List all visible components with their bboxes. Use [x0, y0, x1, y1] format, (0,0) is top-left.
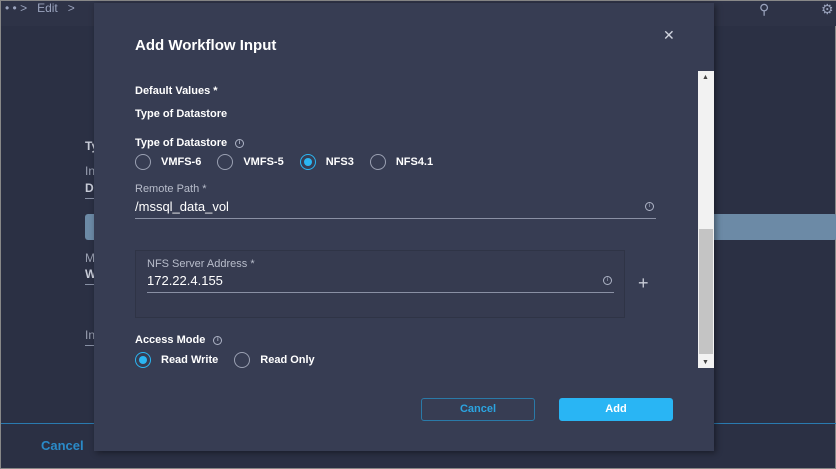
radio-vmfs-6[interactable]: VMFS-6: [135, 154, 201, 170]
radio-nfs4-1[interactable]: NFS4.1: [369, 154, 434, 170]
info-icon[interactable]: i: [213, 335, 223, 345]
nfs-server-input[interactable]: 172.22.4.155 i: [147, 273, 614, 293]
info-icon[interactable]: i: [235, 138, 245, 148]
access-mode-text: Access Mode: [135, 334, 206, 346]
scroll-down-arrow-icon[interactable]: ▼: [702, 359, 709, 366]
breadcrumb-edit[interactable]: Edit: [37, 1, 58, 15]
radio-label: Read Write: [161, 354, 219, 366]
radio-nfs3[interactable]: NFS3: [299, 154, 354, 170]
close-icon[interactable]: ✕: [663, 27, 675, 44]
type-heading: Type of Datastore: [135, 108, 228, 120]
breadcrumb-separator: >: [67, 1, 75, 15]
gear-icon[interactable]: ⚙: [821, 1, 834, 18]
breadcrumb: • • > Edit >: [5, 1, 75, 15]
radio-circle[interactable]: [217, 154, 234, 170]
radio-vmfs-5[interactable]: VMFS-5: [217, 154, 284, 170]
info-icon[interactable]: i: [645, 202, 654, 211]
radio-circle[interactable]: [369, 154, 386, 170]
add-button[interactable]: Add: [559, 398, 673, 421]
scrollbar[interactable]: ▲ ▼: [698, 71, 714, 368]
radio-circle-selected[interactable]: [135, 352, 151, 368]
search-icon[interactable]: ⚲: [759, 1, 769, 18]
cancel-button[interactable]: Cancel: [421, 398, 535, 421]
add-workflow-input-dialog: Add Workflow Input ✕ Default Values * Ty…: [94, 3, 714, 451]
radio-circle-selected[interactable]: [299, 154, 316, 170]
bg-cancel-button[interactable]: Cancel: [41, 438, 84, 453]
radio-read-only[interactable]: Read Only: [234, 352, 315, 368]
scroll-up-arrow-icon[interactable]: ▲: [702, 74, 709, 81]
remote-path-input[interactable]: /mssql_data_vol i: [135, 199, 656, 219]
radio-circle[interactable]: [234, 352, 251, 368]
datastore-radio-group: VMFS-6 VMFS-5 NFS3 NFS4.1: [135, 154, 433, 170]
radio-label: VMFS-6: [161, 156, 202, 168]
radio-label: VMFS-5: [243, 156, 284, 168]
scrollbar-thumb[interactable]: [699, 229, 713, 354]
radio-circle[interactable]: [135, 154, 151, 170]
radio-label: Read Only: [260, 354, 315, 366]
breadcrumb-ellipsis[interactable]: • • >: [5, 1, 27, 15]
nfs-server-value: 172.22.4.155: [147, 273, 223, 288]
add-row-plus-icon[interactable]: +: [638, 273, 649, 294]
radio-label: NFS3: [325, 156, 354, 168]
nfs-server-label: NFS Server Address *: [147, 258, 255, 270]
radio-read-write[interactable]: Read Write: [135, 352, 218, 368]
radio-label: NFS4.1: [395, 156, 434, 168]
access-mode-radio-group: Read Write Read Only: [135, 352, 315, 368]
access-mode-label: Access Mode i: [135, 334, 223, 346]
type-of-datastore-label: Type of Datastore i: [135, 137, 245, 149]
remote-path-label: Remote Path *: [135, 183, 207, 195]
info-icon[interactable]: i: [603, 276, 612, 285]
type-label-text: Type of Datastore: [135, 137, 228, 149]
remote-path-value: /mssql_data_vol: [135, 199, 229, 214]
bg-label: D: [85, 181, 94, 195]
default-values-label: Default Values *: [135, 85, 218, 97]
dialog-title: Add Workflow Input: [135, 37, 277, 54]
